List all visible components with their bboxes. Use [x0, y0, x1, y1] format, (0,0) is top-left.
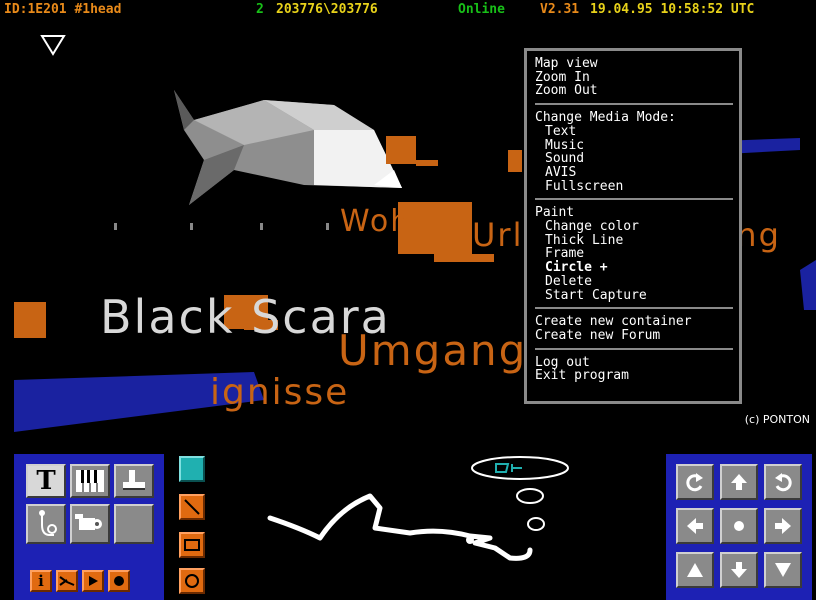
piano-icon[interactable]	[70, 464, 110, 498]
scene-label-ignisse[interactable]: ignisse	[210, 372, 349, 413]
navigation-panel	[666, 454, 812, 600]
copyright-label: (c) PONTON	[744, 413, 810, 426]
line-icon[interactable]	[179, 494, 205, 520]
menu-item-log-out[interactable]: Log out	[535, 355, 733, 370]
menu-item-create-new-container[interactable]: Create new container	[535, 315, 733, 329]
menu-item-create-new-forum[interactable]: Create new Forum	[535, 329, 733, 343]
coordinates: 203776\203776	[276, 2, 378, 17]
record-icon[interactable]	[108, 570, 130, 592]
frame-icon[interactable]	[179, 532, 205, 558]
menu-item-delete[interactable]: Delete	[535, 275, 733, 289]
move-up-icon[interactable]	[676, 552, 714, 588]
menu-item-thick-line[interactable]: Thick Line	[535, 234, 733, 248]
menu-separator	[535, 347, 733, 350]
version: V2.31	[540, 2, 580, 17]
rotate-right-icon[interactable]	[764, 464, 802, 500]
status-bar: ID:1E201 #1head 2 203776\203776 Online V…	[0, 0, 816, 20]
drawing-canvas[interactable]	[230, 448, 650, 598]
menu-item-change-color[interactable]: Change color	[535, 220, 733, 234]
scene-label-url[interactable]: Url	[472, 216, 523, 254]
menu-item-zoom-in[interactable]: Zoom In	[535, 70, 733, 85]
scissors-icon[interactable]	[56, 570, 78, 592]
menu-separator	[535, 307, 733, 310]
menu-item-zoom-out[interactable]: Zoom Out	[535, 84, 733, 98]
text-glyph: T	[36, 466, 56, 496]
orange-block	[14, 302, 46, 338]
arrow-down-icon[interactable]	[720, 552, 758, 588]
play-icon[interactable]	[82, 570, 104, 592]
arrow-right-icon[interactable]	[764, 508, 802, 544]
menu-item-paint[interactable]: Paint	[535, 206, 733, 220]
3d-viewport[interactable]: Black Scara Umgang ignisse Woh Url ung i…	[14, 20, 816, 432]
info-icon[interactable]: i	[30, 570, 52, 592]
context-menu: Map view Zoom In Zoom Out Change Media Mode…	[524, 48, 742, 404]
pointer-triangle-icon	[40, 35, 66, 56]
microphone-icon[interactable]	[26, 504, 66, 544]
user-id: ID:1E201 #1head	[4, 2, 122, 17]
menu-item-map-view[interactable]: Map view	[535, 57, 733, 71]
orange-block	[508, 150, 522, 172]
menu-item-exit-program[interactable]: Exit program	[535, 369, 733, 383]
menu-item-text[interactable]: Text	[535, 125, 733, 139]
printer-icon[interactable]	[114, 464, 154, 498]
menu-item-sound[interactable]: Sound	[535, 152, 733, 166]
menu-item-frame[interactable]: Frame	[535, 247, 733, 261]
center-icon[interactable]	[720, 508, 758, 544]
circle-icon[interactable]	[179, 568, 205, 594]
menu-item-circle[interactable]: Circle +	[535, 261, 733, 275]
arrow-left-icon[interactable]	[676, 508, 714, 544]
menu-separator	[535, 103, 733, 106]
control-area: T i	[0, 432, 816, 600]
freehand-stroke	[267, 493, 533, 561]
message-counter: 2	[256, 2, 264, 17]
move-down-icon[interactable]	[764, 552, 802, 588]
datetime: 19.04.95 10:58:52 UTC	[590, 2, 755, 17]
rotate-left-icon[interactable]	[676, 464, 714, 500]
color-swatch-icon[interactable]	[179, 456, 205, 482]
menu-item-change-media-mode[interactable]: Change Media Mode:	[535, 111, 733, 125]
text-icon[interactable]: T	[26, 464, 66, 498]
menu-item-fullscreen[interactable]: Fullscreen	[535, 179, 733, 194]
menu-item-music[interactable]: Music	[535, 138, 733, 153]
connection-status: Online	[458, 2, 505, 17]
info-glyph: i	[38, 572, 44, 590]
orange-block	[386, 136, 416, 164]
scene-label-umgang[interactable]: Umgang	[338, 326, 527, 375]
scene-label-woh[interactable]: Woh	[340, 204, 411, 239]
camera-icon[interactable]	[70, 504, 110, 544]
menu-item-start-capture[interactable]: Start Capture	[535, 288, 733, 303]
menu-separator	[535, 198, 733, 201]
empty-slot[interactable]	[114, 504, 154, 544]
blue-shape-far-right	[800, 260, 816, 310]
menu-item-avis[interactable]: AVIS	[535, 166, 733, 180]
media-tools-panel: T i	[14, 454, 164, 600]
arrow-up-icon[interactable]	[720, 464, 758, 500]
